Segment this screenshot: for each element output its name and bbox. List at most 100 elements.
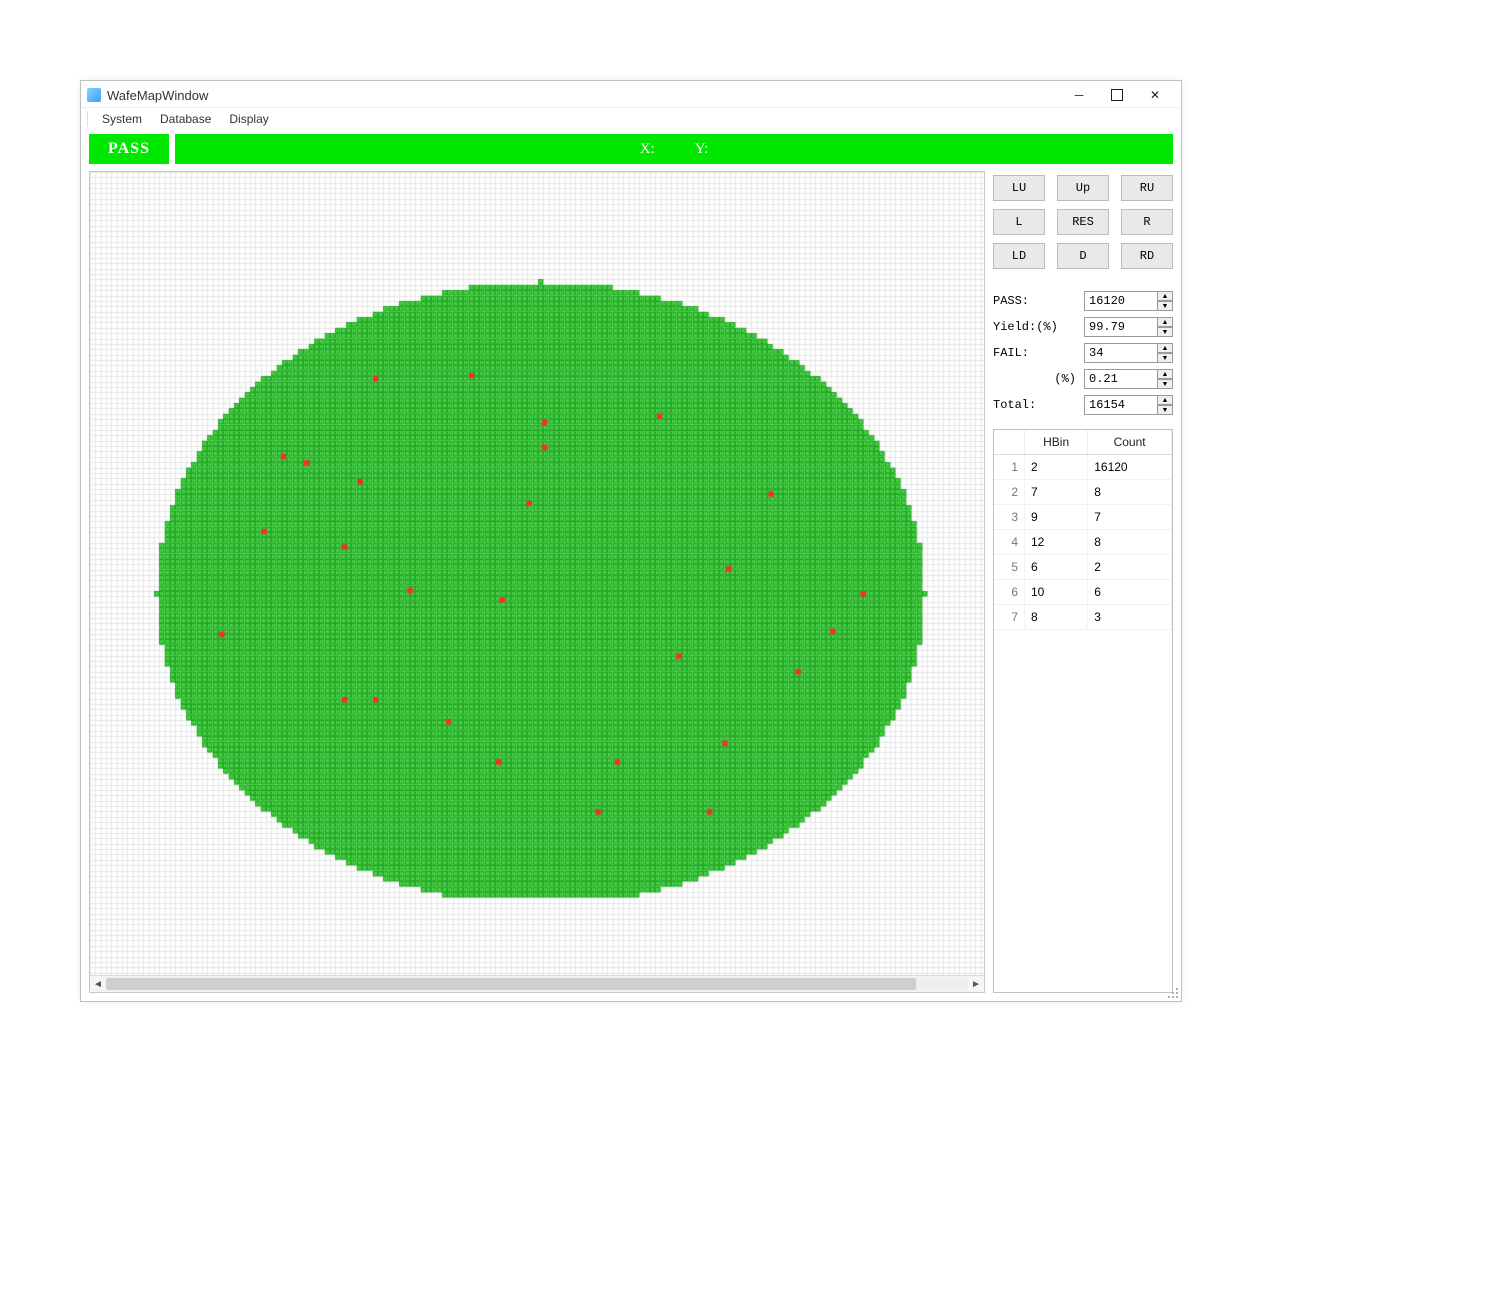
table-row[interactable]: 397 [994,505,1172,530]
cell-idx: 1 [994,455,1025,480]
total-label: Total: [993,398,1036,412]
cell-idx: 5 [994,555,1025,580]
dir-ru-button[interactable]: RU [1121,175,1173,201]
dir-d-button[interactable]: D [1057,243,1109,269]
direction-pad: LU Up RU L RES R LD D RD [993,171,1173,277]
total-input[interactable] [1084,395,1158,415]
failpct-spin-up[interactable]: ▲ [1157,369,1173,379]
table-row[interactable]: 4128 [994,530,1172,555]
scroll-track[interactable] [106,977,968,991]
close-icon: ✕ [1150,88,1160,102]
close-button[interactable]: ✕ [1137,83,1173,107]
yield-spin-up[interactable]: ▲ [1157,317,1173,327]
fail-label: FAIL: [993,346,1029,360]
menu-display[interactable]: Display [221,110,276,128]
cell-count: 7 [1088,505,1172,530]
status-x-label: X: [640,141,655,158]
table-row[interactable]: 278 [994,480,1172,505]
menubar: System Database Display [81,107,1181,130]
yield-spinner: ▲▼ [1084,317,1173,337]
cell-idx: 4 [994,530,1025,555]
dir-l-button[interactable]: L [993,209,1045,235]
bin-col-hbin[interactable]: HBin [1025,430,1088,455]
fail-input[interactable] [1084,343,1158,363]
cell-count: 6 [1088,580,1172,605]
menu-database[interactable]: Database [152,110,219,128]
fail-spin-down[interactable]: ▼ [1157,353,1173,363]
table-row[interactable]: 6106 [994,580,1172,605]
pass-spin-up[interactable]: ▲ [1157,291,1173,301]
cell-idx: 2 [994,480,1025,505]
minimize-button[interactable]: ─ [1061,83,1097,107]
content: ◄ ► LU Up RU L RES R [89,171,1173,993]
cell-count: 16120 [1088,455,1172,480]
dir-ld-button[interactable]: LD [993,243,1045,269]
table-row[interactable]: 1216120 [994,455,1172,480]
pass-spinner: ▲▼ [1084,291,1173,311]
failpct-spinner: ▲▼ [1084,369,1173,389]
fail-spin-up[interactable]: ▲ [1157,343,1173,353]
side-panel: LU Up RU L RES R LD D RD PASS: [993,171,1173,993]
yield-spin-down[interactable]: ▼ [1157,327,1173,337]
bin-col-count[interactable]: Count [1088,430,1172,455]
window-controls: ─ ✕ [1061,83,1173,107]
pass-spin-down[interactable]: ▼ [1157,301,1173,311]
dir-up-button[interactable]: Up [1057,175,1109,201]
titlebar-left: WafeMapWindow [87,88,208,103]
maximize-icon [1111,89,1123,101]
cell-count: 3 [1088,605,1172,630]
bin-col-idx[interactable] [994,430,1025,455]
pass-input[interactable] [1084,291,1158,311]
menubar-separator [87,111,88,127]
status-y-label: Y: [695,141,709,158]
failpct-input[interactable] [1084,369,1158,389]
yield-input[interactable] [1084,317,1158,337]
failpct-label: (%) [993,372,1084,386]
cell-hbin: 6 [1025,555,1088,580]
status-xy: X: Y: [175,134,1173,164]
cell-hbin: 2 [1025,455,1088,480]
dir-res-button[interactable]: RES [1057,209,1109,235]
yield-label: Yield:(%) [993,320,1058,334]
status-badge: PASS [89,134,169,164]
scroll-thumb[interactable] [106,978,916,990]
cell-hbin: 10 [1025,580,1088,605]
cell-hbin: 7 [1025,480,1088,505]
scroll-right-arrow-icon[interactable]: ► [968,976,984,992]
total-spin-down[interactable]: ▼ [1157,405,1173,415]
table-row[interactable]: 562 [994,555,1172,580]
cell-count: 2 [1088,555,1172,580]
pass-label: PASS: [993,294,1029,308]
stats-panel: PASS: ▲▼ Yield:(%) ▲▼ FAIL: [993,285,1173,421]
maximize-button[interactable] [1099,83,1135,107]
cell-hbin: 12 [1025,530,1088,555]
titlebar: WafeMapWindow ─ ✕ [81,81,1181,109]
dir-lu-button[interactable]: LU [993,175,1045,201]
wafer-map-frame: ◄ ► [89,171,985,993]
cell-count: 8 [1088,530,1172,555]
app-window: WafeMapWindow ─ ✕ System Database Displa… [80,80,1182,1002]
total-spin-up[interactable]: ▲ [1157,395,1173,405]
cell-idx: 7 [994,605,1025,630]
failpct-spin-down[interactable]: ▼ [1157,379,1173,389]
cell-count: 8 [1088,480,1172,505]
wafer-map-canvas[interactable] [90,172,985,978]
fail-spinner: ▲▼ [1084,343,1173,363]
window-title: WafeMapWindow [107,88,208,103]
cell-hbin: 9 [1025,505,1088,530]
cell-idx: 3 [994,505,1025,530]
menu-system[interactable]: System [94,110,150,128]
bin-table-frame: HBin Count 121612027839741285626106783 [993,429,1173,993]
app-icon [87,88,101,102]
table-row[interactable]: 783 [994,605,1172,630]
resize-grip[interactable] [1166,986,1180,1000]
cell-hbin: 8 [1025,605,1088,630]
scroll-left-arrow-icon[interactable]: ◄ [90,976,106,992]
bin-table: HBin Count 121612027839741285626106783 [994,430,1172,630]
dir-rd-button[interactable]: RD [1121,243,1173,269]
dir-r-button[interactable]: R [1121,209,1173,235]
minimize-icon: ─ [1075,88,1084,102]
status-strip: PASS X: Y: [89,134,1173,164]
cell-idx: 6 [994,580,1025,605]
horizontal-scrollbar[interactable]: ◄ ► [90,975,984,992]
